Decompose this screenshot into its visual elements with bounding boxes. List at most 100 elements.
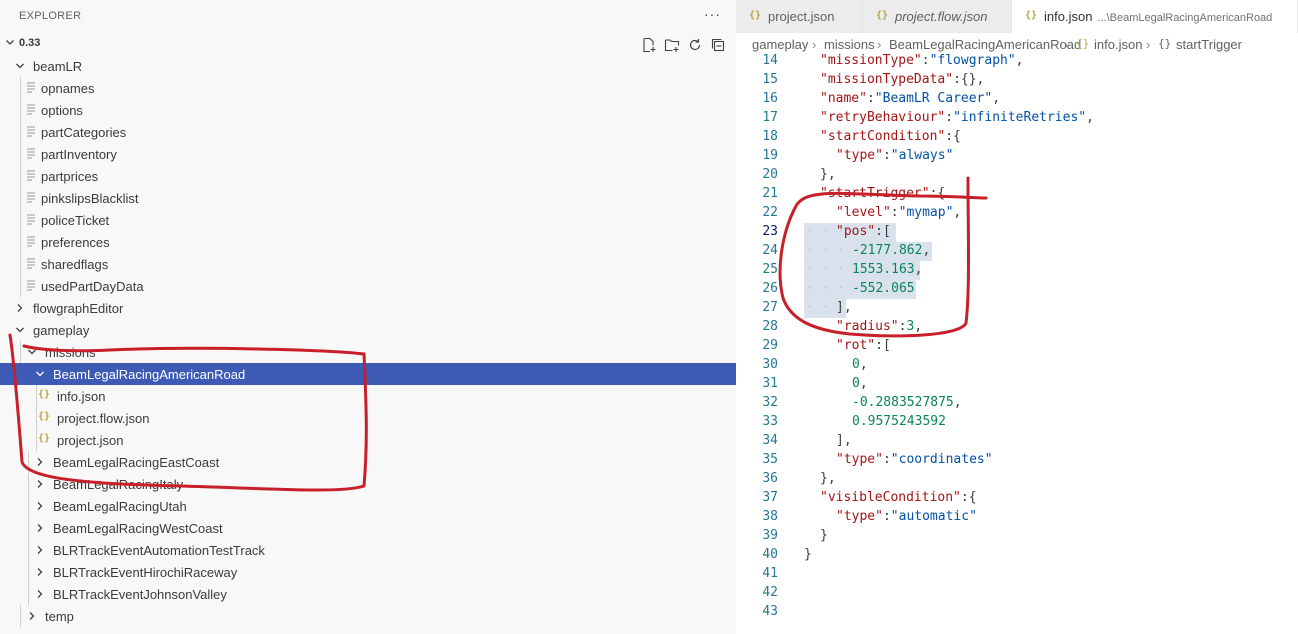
json-braces-icon: {} — [38, 433, 51, 444]
more-actions-icon[interactable]: ··· — [704, 6, 721, 22]
refresh-icon[interactable] — [686, 36, 703, 53]
tree-item[interactable]: gameplay — [0, 319, 736, 341]
code-token: 0.9575243592 — [852, 414, 946, 429]
code-token: "visibleCondition" — [820, 490, 961, 505]
code-text: "type":"always" — [836, 148, 953, 163]
breadcrumb-item[interactable]: gameplay — [752, 37, 808, 52]
chevron-down-icon[interactable] — [14, 324, 24, 336]
tree-item[interactable]: BeamLegalRacingAmericanRoad — [0, 363, 736, 385]
line-number: 35 — [762, 452, 778, 467]
code-text: 0.9575243592 — [852, 414, 946, 429]
tree-item-label: beamLR — [33, 59, 83, 74]
file-lines-icon — [26, 103, 40, 117]
indent-guide — [28, 495, 29, 517]
line-number: 18 — [762, 129, 778, 144]
code-area[interactable]: 14 "missionType":"flowgraph", 15 "missionTy… — [736, 52, 1298, 622]
workspace-root[interactable]: 0.33 — [0, 33, 736, 55]
json-braces-icon: {} — [1025, 10, 1038, 21]
tree-item[interactable]: temp — [0, 605, 736, 627]
chevron-right-icon[interactable] — [34, 456, 44, 468]
tree-item[interactable]: pinkslipsBlacklist — [0, 187, 736, 209]
tree-item[interactable]: BLRTrackEventHirochiRaceway — [0, 561, 736, 583]
indent-guide — [20, 253, 21, 275]
tab-project-json[interactable]: {} project.json — [736, 0, 863, 33]
tree-item[interactable]: partInventory — [0, 143, 736, 165]
code-token: ], — [836, 433, 852, 448]
code-line: 32 -0.2883527875, — [736, 394, 1298, 413]
chevron-right-icon[interactable] — [26, 610, 36, 622]
tree-item[interactable]: BLRTrackEventAutomationTestTrack — [0, 539, 736, 561]
tree-item[interactable]: BLRTrackEventJohnsonValley — [0, 583, 736, 605]
code-token: "radius" — [836, 319, 899, 334]
tree-item[interactable]: BeamLegalRacingUtah — [0, 495, 736, 517]
json-braces-icon: {} — [38, 389, 51, 400]
chevron-right-icon[interactable] — [34, 544, 44, 556]
code-token: }, — [820, 471, 836, 486]
line-number: 26 — [762, 281, 778, 296]
tree-item[interactable]: sharedflags — [0, 253, 736, 275]
chevron-down-icon[interactable] — [14, 60, 24, 72]
breadcrumb-item[interactable]: missions — [824, 37, 875, 52]
tree-item[interactable]: {} info.json — [0, 385, 736, 407]
tree-item[interactable]: partCategories — [0, 121, 736, 143]
code-line: 41 — [736, 565, 1298, 584]
tree-item[interactable]: opnames — [0, 77, 736, 99]
file-lines-icon — [26, 191, 40, 205]
code-token: "type" — [836, 452, 883, 467]
tree-item[interactable]: BeamLegalRacingItaly — [0, 473, 736, 495]
code-line: 21 "startTrigger":{ — [736, 185, 1298, 204]
new-file-icon[interactable] — [640, 36, 657, 53]
code-token: :[ — [875, 338, 891, 353]
breadcrumb-item[interactable]: BeamLegalRacingAmericanRoad — [889, 37, 1081, 52]
tree-item[interactable]: partprices — [0, 165, 736, 187]
code-text: "type":"automatic" — [836, 509, 977, 524]
code-line: 31 0, — [736, 375, 1298, 394]
breadcrumb-separator: › — [1064, 37, 1069, 52]
line-number: 15 — [762, 72, 778, 87]
chevron-right-icon[interactable] — [34, 500, 44, 512]
tree-item[interactable]: policeTicket — [0, 209, 736, 231]
file-lines-icon — [26, 257, 40, 271]
indent-guide — [36, 429, 37, 451]
tree-item[interactable]: missions — [0, 341, 736, 363]
tree-item[interactable]: {} project.flow.json — [0, 407, 736, 429]
tree-item[interactable]: preferences — [0, 231, 736, 253]
code-text: "radius":3, — [836, 319, 922, 334]
breadcrumb-item[interactable]: startTrigger — [1176, 37, 1242, 52]
tab-project-flow-json[interactable]: {} project.flow.json — [863, 0, 1012, 33]
tree-item[interactable]: beamLR — [0, 55, 736, 77]
line-number: 34 — [762, 433, 778, 448]
tree-item[interactable]: {} project.json — [0, 429, 736, 451]
code-token: "rot" — [836, 338, 876, 353]
tree-item[interactable]: usedPartDayData — [0, 275, 736, 297]
code-line: 33 0.9575243592 — [736, 413, 1298, 432]
chevron-right-icon[interactable] — [34, 566, 44, 578]
indent-guide — [36, 385, 37, 407]
breadcrumb-separator: › — [877, 37, 882, 52]
new-folder-icon[interactable] — [663, 36, 680, 53]
tree-item[interactable]: BeamLegalRacingWestCoast — [0, 517, 736, 539]
tree-item-label: BeamLegalRacingAmericanRoad — [53, 367, 246, 382]
chevron-down-icon[interactable] — [26, 346, 36, 358]
breadcrumb-separator: › — [812, 37, 817, 52]
tree-item[interactable]: flowgraphEditor — [0, 297, 736, 319]
tab-info-json[interactable]: {} info.json ...\BeamLegalRacingAmericanRo… — [1012, 0, 1298, 33]
chevron-right-icon[interactable] — [34, 588, 44, 600]
tree-item-label: partCategories — [41, 125, 127, 140]
breadcrumb-braces-icon: {} — [1076, 37, 1090, 50]
chevron-right-icon[interactable] — [34, 478, 44, 490]
tree-item[interactable]: options — [0, 99, 736, 121]
breadcrumb-item[interactable]: info.json — [1094, 37, 1142, 52]
tree-item-label: BeamLegalRacingItaly — [53, 477, 184, 492]
code-token: :{ — [960, 490, 977, 505]
code-token: "level" — [836, 205, 891, 220]
chevron-right-icon[interactable] — [34, 522, 44, 534]
tab-label: project.json — [768, 9, 834, 24]
code-text: } — [820, 528, 828, 543]
chevron-right-icon[interactable] — [14, 302, 24, 314]
tree-item[interactable]: BeamLegalRacingEastCoast — [0, 451, 736, 473]
code-token: "always" — [890, 148, 954, 163]
chevron-down-icon[interactable] — [34, 368, 44, 380]
collapse-all-icon[interactable] — [709, 36, 726, 53]
json-braces-icon: {} — [876, 10, 889, 21]
